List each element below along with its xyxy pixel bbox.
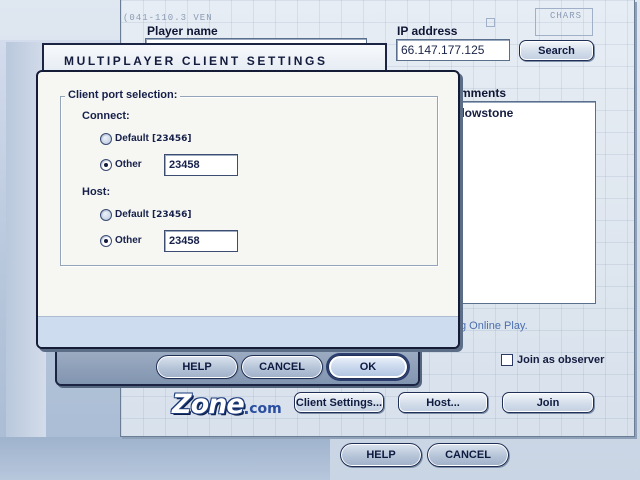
dialog-ok-button[interactable]: OK xyxy=(328,355,408,379)
connect-section-label: Connect: xyxy=(82,110,130,122)
blueprint-mark-left: (041-110.3 VEN xyxy=(123,13,213,23)
radio-selected-dot xyxy=(104,163,108,167)
lobby-help-button[interactable]: HELP xyxy=(340,443,422,467)
connect-default-radio[interactable] xyxy=(100,133,112,145)
search-button[interactable]: Search xyxy=(519,40,594,61)
player-name-label: Player name xyxy=(147,24,218,38)
settings-dialog-panel: Client port selection: Connect: Default … xyxy=(36,70,460,349)
dialog-cancel-button[interactable]: CANCEL xyxy=(241,355,323,379)
blueprint-square xyxy=(486,18,495,27)
host-other-label[interactable]: Other xyxy=(115,235,142,246)
connect-other-radio[interactable] xyxy=(100,159,112,171)
blueprint-box: CHARS xyxy=(535,8,593,36)
host-port-input[interactable]: 23458 xyxy=(164,230,238,252)
zone-logo: Zone . com xyxy=(172,386,282,420)
connect-default-port: [23456] xyxy=(152,134,192,144)
ip-address-input[interactable]: 66.147.177.125 xyxy=(396,39,510,61)
dialog-help-button[interactable]: HELP xyxy=(156,355,238,379)
join-as-observer-checkbox[interactable] xyxy=(501,354,513,366)
host-other-radio[interactable] xyxy=(100,235,112,247)
connect-port-input[interactable]: 23458 xyxy=(164,154,238,176)
join-button[interactable]: Join xyxy=(502,392,594,413)
host-default-port: [23456] xyxy=(152,210,192,220)
bottom-blueprint-panel xyxy=(0,437,330,480)
settings-dialog-titlebar: MULTIPLAYER CLIENT SETTINGS xyxy=(42,43,387,73)
host-default-radio[interactable] xyxy=(100,209,112,221)
blueprint-mark-right: CHARS xyxy=(550,11,583,21)
settings-dialog-title: MULTIPLAYER CLIENT SETTINGS xyxy=(64,54,328,68)
connect-default-label[interactable]: Default xyxy=(115,133,149,144)
host-default-label[interactable]: Default xyxy=(115,209,149,220)
host-section-label: Host: xyxy=(82,186,111,198)
host-button[interactable]: Host... xyxy=(398,392,488,413)
zone-logo-main: Zone xyxy=(172,389,245,420)
radio-selected-dot xyxy=(104,239,108,243)
client-settings-button[interactable]: Client Settings... xyxy=(294,392,384,413)
lobby-cancel-button[interactable]: CANCEL xyxy=(427,443,509,467)
join-as-observer-label: Join as observer xyxy=(517,354,605,366)
connect-other-label[interactable]: Other xyxy=(115,159,142,170)
ip-address-label: IP address xyxy=(397,24,458,38)
zone-logo-suffix: com xyxy=(249,401,282,417)
settings-dialog-footer xyxy=(38,316,458,347)
port-selection-title: Client port selection: xyxy=(65,89,181,101)
